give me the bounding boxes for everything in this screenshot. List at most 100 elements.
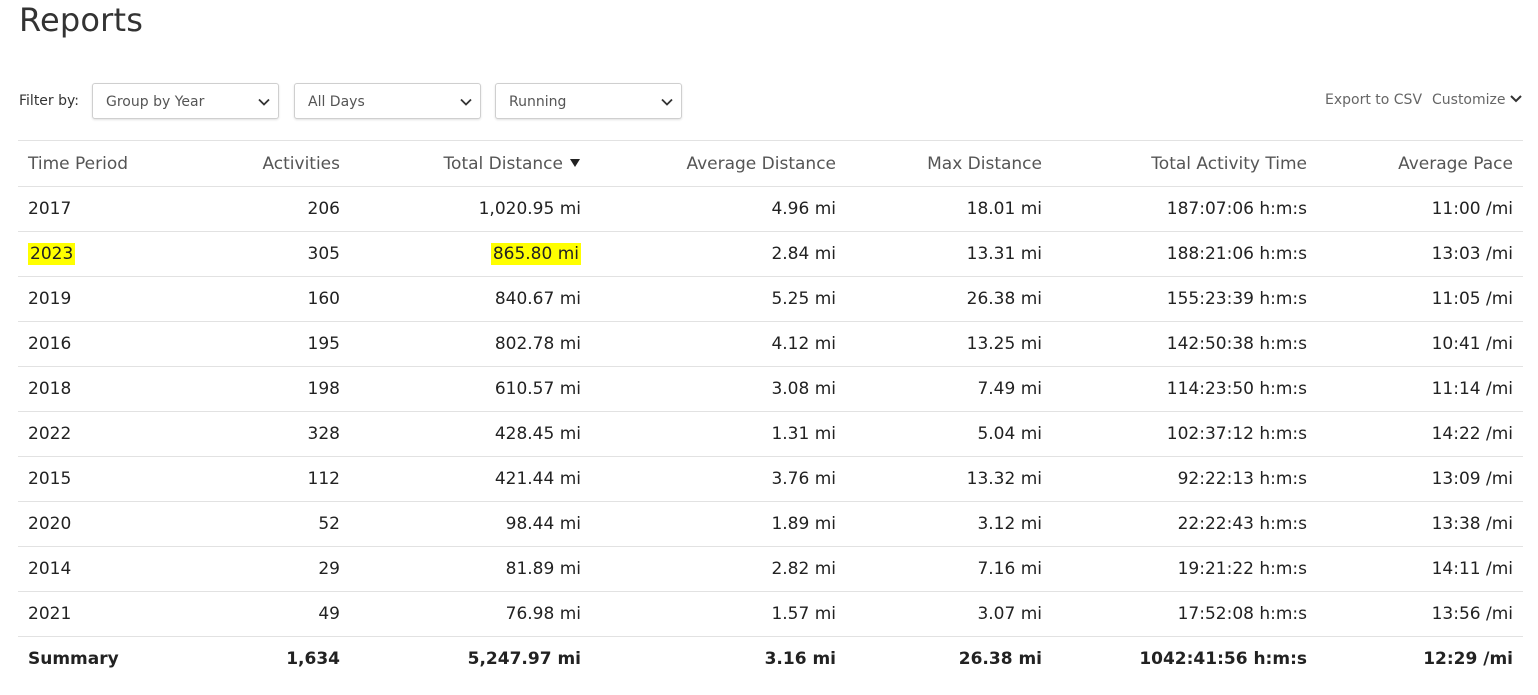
cell-average-distance: 3.16 mi <box>591 636 846 682</box>
cell-total-activity-time: 155:23:39 h:m:s <box>1052 276 1317 322</box>
highlighted-value: 865.80 mi <box>490 243 581 265</box>
report-table-body: 2017 206 1,020.95 mi 4.96 mi 18.01 mi 187:07:… <box>18 186 1523 682</box>
days-select[interactable]: All Days <box>294 83 481 119</box>
cell-average-pace: 14:11 /mi <box>1317 546 1523 592</box>
cell-activities: 112 <box>208 456 350 502</box>
highlighted-value: 2023 <box>28 243 76 265</box>
column-header-average-pace[interactable]: Average Pace <box>1317 140 1523 187</box>
cell-average-pace: 13:56 /mi <box>1317 591 1523 637</box>
cell-total-distance: 421.44 mi <box>350 456 591 502</box>
cell-average-pace: 13:09 /mi <box>1317 456 1523 502</box>
report-table: Time Period Activities Total Distance Av… <box>18 140 1523 682</box>
column-header-total-distance[interactable]: Total Distance <box>350 140 591 187</box>
cell-activities: 305 <box>208 231 350 277</box>
cell-total-distance: 1,020.95 mi <box>350 186 591 232</box>
column-header-activities[interactable]: Activities <box>208 140 350 187</box>
cell-activities: 206 <box>208 186 350 232</box>
chevron-down-icon <box>460 98 472 106</box>
cell-total-distance: 5,247.97 mi <box>350 636 591 682</box>
cell-total-activity-time: 142:50:38 h:m:s <box>1052 321 1317 367</box>
cell-total-activity-time: 92:22:13 h:m:s <box>1052 456 1317 502</box>
customize-dropdown[interactable]: Customize <box>1432 92 1523 108</box>
cell-total-activity-time: 19:21:22 h:m:s <box>1052 546 1317 592</box>
group-by-select[interactable]: Group by Year <box>92 83 279 119</box>
cell-max-distance: 13.32 mi <box>846 456 1052 502</box>
cell-time-period: 2023 <box>18 231 208 277</box>
table-row: 2021 49 76.98 mi 1.57 mi 3.07 mi 17:52:08 h:m… <box>18 591 1523 637</box>
column-header-total-distance-label: Total Distance <box>443 153 563 174</box>
cell-time-period: 2015 <box>18 456 208 502</box>
cell-max-distance: 18.01 mi <box>846 186 1052 232</box>
cell-average-distance: 1.57 mi <box>591 591 846 637</box>
cell-activities: 52 <box>208 501 350 547</box>
cell-max-distance: 13.31 mi <box>846 231 1052 277</box>
cell-total-activity-time: 114:23:50 h:m:s <box>1052 366 1317 412</box>
cell-total-activity-time: 22:22:43 h:m:s <box>1052 501 1317 547</box>
cell-average-pace: 14:22 /mi <box>1317 411 1523 457</box>
cell-average-distance: 4.96 mi <box>591 186 846 232</box>
cell-max-distance: 7.16 mi <box>846 546 1052 592</box>
table-header-row: Time Period Activities Total Distance Av… <box>18 140 1523 187</box>
column-header-average-distance[interactable]: Average Distance <box>591 140 846 187</box>
cell-max-distance: 7.49 mi <box>846 366 1052 412</box>
chevron-down-icon <box>661 98 673 106</box>
cell-total-distance: 98.44 mi <box>350 501 591 547</box>
summary-row: Summary 1,634 5,247.97 mi 3.16 mi 26.38 mi 10… <box>18 636 1523 682</box>
cell-max-distance: 5.04 mi <box>846 411 1052 457</box>
export-csv-link[interactable]: Export to CSV <box>1325 92 1422 108</box>
filter-label: Filter by: <box>19 93 79 109</box>
table-row: 2014 29 81.89 mi 2.82 mi 7.16 mi 19:21:22 h:m… <box>18 546 1523 592</box>
cell-average-pace: 12:29 /mi <box>1317 636 1523 682</box>
cell-average-distance: 5.25 mi <box>591 276 846 322</box>
table-row: 2016 195 802.78 mi 4.12 mi 13.25 mi 142:50:38… <box>18 321 1523 367</box>
table-row: 2023 305 865.80 mi 2.84 mi 13.31 mi 188:21:06… <box>18 231 1523 277</box>
cell-average-pace: 11:05 /mi <box>1317 276 1523 322</box>
cell-average-distance: 2.82 mi <box>591 546 846 592</box>
cell-time-period: 2018 <box>18 366 208 412</box>
cell-activities: 195 <box>208 321 350 367</box>
column-header-max-distance[interactable]: Max Distance <box>846 140 1052 187</box>
cell-time-period: 2022 <box>18 411 208 457</box>
cell-activities: 29 <box>208 546 350 592</box>
days-select-value: All Days <box>308 94 365 110</box>
cell-average-distance: 1.31 mi <box>591 411 846 457</box>
cell-max-distance: 26.38 mi <box>846 636 1052 682</box>
cell-average-pace: 11:14 /mi <box>1317 366 1523 412</box>
cell-average-pace: 11:00 /mi <box>1317 186 1523 232</box>
cell-time-period: 2020 <box>18 501 208 547</box>
cell-average-distance: 4.12 mi <box>591 321 846 367</box>
cell-time-period: 2017 <box>18 186 208 232</box>
cell-total-activity-time: 188:21:06 h:m:s <box>1052 231 1317 277</box>
cell-activities: 49 <box>208 591 350 637</box>
cell-total-distance: 865.80 mi <box>350 231 591 277</box>
cell-time-period: 2019 <box>18 276 208 322</box>
column-header-total-activity-time[interactable]: Total Activity Time <box>1052 140 1317 187</box>
table-row: 2020 52 98.44 mi 1.89 mi 3.12 mi 22:22:43 h:m… <box>18 501 1523 547</box>
cell-total-distance: 802.78 mi <box>350 321 591 367</box>
cell-total-activity-time: 187:07:06 h:m:s <box>1052 186 1317 232</box>
table-row: 2019 160 840.67 mi 5.25 mi 26.38 mi 155:23:39… <box>18 276 1523 322</box>
cell-max-distance: 26.38 mi <box>846 276 1052 322</box>
table-row: 2022 328 428.45 mi 1.31 mi 5.04 mi 102:37:12 … <box>18 411 1523 457</box>
cell-activities: 328 <box>208 411 350 457</box>
cell-max-distance: 13.25 mi <box>846 321 1052 367</box>
cell-average-pace: 10:41 /mi <box>1317 321 1523 367</box>
page-title: Reports <box>19 1 144 39</box>
cell-total-distance: 840.67 mi <box>350 276 591 322</box>
group-by-select-value: Group by Year <box>106 94 205 110</box>
cell-activities: 1,634 <box>208 636 350 682</box>
cell-time-period: 2016 <box>18 321 208 367</box>
table-row: 2017 206 1,020.95 mi 4.96 mi 18.01 mi 187:07:… <box>18 186 1523 232</box>
cell-average-distance: 2.84 mi <box>591 231 846 277</box>
table-row: 2018 198 610.57 mi 3.08 mi 7.49 mi 114:23:50 … <box>18 366 1523 412</box>
activity-type-select[interactable]: Running <box>495 83 682 119</box>
cell-total-activity-time: 102:37:12 h:m:s <box>1052 411 1317 457</box>
activity-type-select-value: Running <box>509 94 567 110</box>
cell-max-distance: 3.12 mi <box>846 501 1052 547</box>
cell-max-distance: 3.07 mi <box>846 591 1052 637</box>
cell-total-activity-time: 1042:41:56 h:m:s <box>1052 636 1317 682</box>
cell-time-period: 2014 <box>18 546 208 592</box>
cell-activities: 198 <box>208 366 350 412</box>
column-header-time-period[interactable]: Time Period <box>18 140 208 187</box>
cell-total-distance: 81.89 mi <box>350 546 591 592</box>
